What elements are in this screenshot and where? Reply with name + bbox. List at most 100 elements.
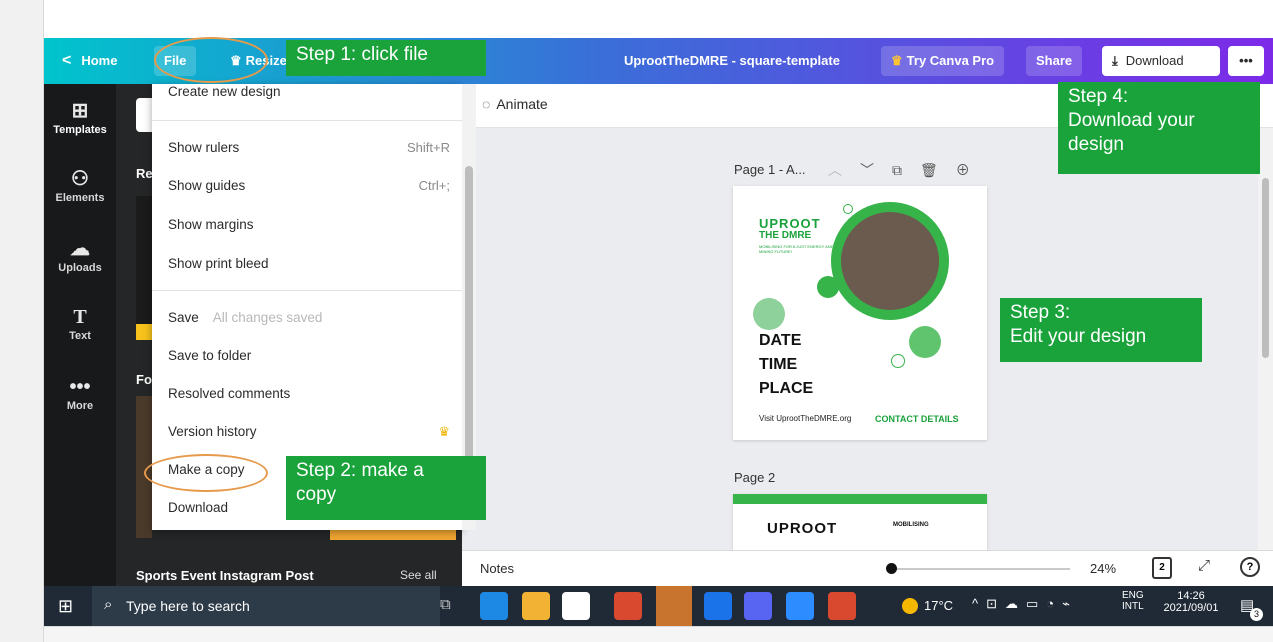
rail-more[interactable]: ••• More bbox=[44, 376, 116, 412]
step-3-callout: Step 3: Edit your design bbox=[1000, 298, 1202, 362]
file-explorer-icon[interactable] bbox=[522, 592, 550, 620]
elements-icon: ⚇ bbox=[71, 168, 89, 190]
menu-item-create-new-design[interactable]: Create new design bbox=[168, 80, 450, 104]
more-options-button[interactable]: ••• bbox=[1228, 46, 1264, 76]
canvas-scrollbar[interactable] bbox=[1258, 128, 1273, 550]
search-icon: ⌕ bbox=[104, 596, 113, 613]
page2-tagline: MOBILISING bbox=[893, 522, 929, 528]
menu-divider bbox=[152, 120, 462, 121]
clock[interactable]: 14:26 2021/09/01 bbox=[1156, 590, 1226, 614]
download-icon: ⤓ bbox=[1112, 53, 1118, 68]
side-rail: ⊞ Templates ⚇ Elements ☁ Uploads T Text ••• M… bbox=[44, 84, 116, 586]
page-controls: ︿﹀⧉🗑⊕ bbox=[828, 160, 988, 180]
section-heading: Fo bbox=[136, 372, 152, 387]
step-2-callout: Step 2: make a copy bbox=[286, 456, 486, 520]
page-1-title[interactable]: Page 1 - A... bbox=[734, 162, 806, 177]
page-2-title[interactable]: Page 2 bbox=[734, 470, 775, 485]
step-1-callout: Step 1: click file bbox=[286, 40, 486, 76]
menu-item-version-history[interactable]: Version history ♛ bbox=[168, 420, 450, 444]
delete-page-icon[interactable]: 🗑 bbox=[920, 162, 956, 178]
animate-icon: ◌ bbox=[482, 96, 491, 112]
rail-elements[interactable]: ⚇ Elements bbox=[44, 168, 116, 204]
design-logo: UPROOT bbox=[759, 216, 821, 231]
design-circle bbox=[909, 326, 941, 358]
menu-item-resolved-comments[interactable]: Resolved comments bbox=[168, 382, 450, 406]
menu-item-save-to-folder[interactable]: Save to folder bbox=[168, 344, 450, 368]
crown-icon: ♛ bbox=[438, 424, 450, 439]
template-thumbnail[interactable] bbox=[136, 196, 152, 340]
task-view-icon[interactable]: ⧉ bbox=[440, 596, 451, 613]
menu-item-show-print-bleed[interactable]: Show print bleed bbox=[168, 252, 450, 276]
zoom-slider-handle[interactable] bbox=[886, 563, 897, 574]
bottom-notes-bar: Notes 24% 2 ⤢ ? bbox=[462, 550, 1273, 586]
notes-button[interactable]: Notes bbox=[480, 561, 514, 576]
notepad-icon[interactable] bbox=[562, 592, 590, 620]
design-logo-sub: THE DMRE bbox=[759, 230, 812, 241]
windows-taskbar: ⊞ ⌕ Type here to search ⧉ 17°C ^⊡☁▭◔⌁ EN… bbox=[44, 586, 1273, 626]
crown-icon: ♛ bbox=[891, 53, 903, 68]
weather-sun-icon[interactable] bbox=[902, 598, 918, 614]
menu-scrollbar-thumb[interactable] bbox=[465, 166, 473, 506]
language-indicator[interactable]: ENG INTL bbox=[1122, 590, 1144, 612]
menu-item-show-rulers[interactable]: Show rulers Shift+R bbox=[168, 136, 450, 160]
templates-icon: ⊞ bbox=[71, 100, 89, 122]
discord-icon[interactable] bbox=[744, 592, 772, 620]
template-thumbnail-accent bbox=[136, 324, 152, 340]
design-circle bbox=[817, 276, 839, 298]
help-button[interactable]: ? bbox=[1240, 557, 1260, 577]
chevron-down-icon[interactable]: ﹀ bbox=[860, 162, 892, 178]
edge-icon[interactable] bbox=[480, 592, 508, 620]
share-button[interactable]: Share bbox=[1026, 46, 1083, 76]
rail-templates[interactable]: ⊞ Templates bbox=[44, 100, 116, 136]
search-placeholder: Type here to search bbox=[126, 598, 250, 614]
left-margin-strip bbox=[0, 0, 44, 642]
zoom-slider-track[interactable] bbox=[890, 568, 1070, 570]
menu-item-show-guides[interactable]: Show guides Ctrl+; bbox=[168, 174, 450, 198]
windows-start-icon[interactable]: ⊞ bbox=[58, 596, 73, 617]
annotation-ellipse-file bbox=[154, 37, 268, 83]
rail-text[interactable]: T Text bbox=[44, 306, 116, 342]
more-dots-icon: ••• bbox=[69, 376, 91, 398]
see-all-link[interactable]: See all bbox=[400, 568, 437, 582]
home-button[interactable]: < Home bbox=[52, 46, 127, 76]
chrome-profile-icon[interactable] bbox=[828, 592, 856, 620]
chevron-up-icon[interactable]: ︿ bbox=[828, 162, 860, 178]
bottom-strip bbox=[44, 626, 1273, 642]
chevron-left-icon: < bbox=[62, 52, 72, 69]
spotify-icon[interactable] bbox=[656, 586, 692, 626]
fullscreen-icon[interactable]: ⤢ bbox=[1198, 557, 1210, 574]
design-circle-outline bbox=[891, 354, 905, 368]
page2-logo: UPROOT bbox=[767, 520, 838, 537]
app-icon[interactable] bbox=[704, 592, 732, 620]
design-date: DATE bbox=[759, 332, 802, 349]
try-canva-pro-button[interactable]: ♛ Try Canva Pro bbox=[881, 46, 1005, 76]
annotation-ellipse-copy bbox=[144, 454, 268, 492]
rail-uploads[interactable]: ☁ Uploads bbox=[44, 238, 116, 274]
zoom-icon[interactable] bbox=[786, 592, 814, 620]
download-button[interactable]: ⤓ Download bbox=[1102, 46, 1220, 76]
add-page-icon[interactable]: ⊕ bbox=[956, 162, 988, 178]
design-website: Visit UprootTheDMRE.org bbox=[759, 414, 852, 423]
animate-button[interactable]: ◌ Animate bbox=[482, 96, 548, 112]
chrome-icon[interactable] bbox=[614, 592, 642, 620]
zoom-level[interactable]: 24% bbox=[1090, 561, 1116, 576]
design-photo bbox=[841, 212, 939, 310]
menu-item-save[interactable]: Save All changes saved bbox=[168, 306, 450, 330]
document-title[interactable]: UprootTheDMRE - square-template bbox=[614, 46, 850, 76]
design-page-2[interactable]: UPROOT MOBILISING bbox=[733, 494, 987, 550]
section-title: Sports Event Instagram Post bbox=[136, 568, 314, 583]
text-icon: T bbox=[73, 306, 87, 328]
section-heading: Re bbox=[136, 166, 153, 181]
step-4-callout: Step 4: Download your design bbox=[1058, 82, 1260, 174]
menu-divider bbox=[152, 290, 462, 291]
canvas-scrollbar-thumb[interactable] bbox=[1262, 178, 1269, 358]
design-page-1[interactable]: UPROOT THE DMRE MOBILISING FOR A JUST EN… bbox=[733, 186, 987, 440]
design-circle-outline bbox=[843, 204, 853, 214]
template-thumbnail-edge[interactable] bbox=[330, 530, 456, 540]
page-count-button[interactable]: 2 bbox=[1152, 557, 1172, 579]
duplicate-page-icon[interactable]: ⧉ bbox=[892, 162, 920, 178]
weather-temp[interactable]: 17°C bbox=[924, 598, 953, 613]
system-tray-icons[interactable]: ^⊡☁▭◔⌁ bbox=[972, 596, 1078, 612]
taskbar-search-box[interactable]: ⌕ Type here to search bbox=[92, 586, 440, 626]
menu-item-show-margins[interactable]: Show margins bbox=[168, 213, 450, 237]
